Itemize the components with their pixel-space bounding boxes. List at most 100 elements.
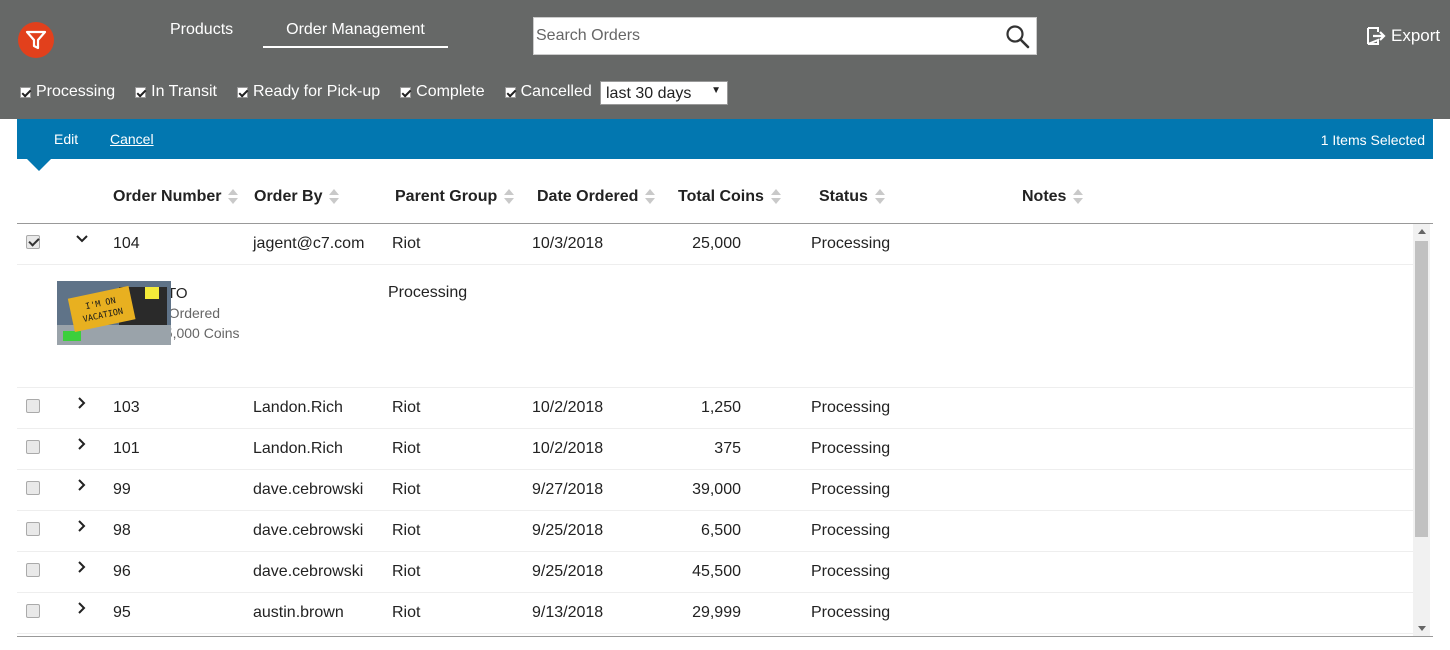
filter-label: Ready for Pick-up [252, 83, 381, 100]
filter-checkbox[interactable] [20, 86, 31, 98]
nav-order-management[interactable]: Order Management [263, 21, 448, 48]
search-input[interactable] [536, 18, 996, 54]
column-label: Order By [254, 188, 323, 205]
column-notes[interactable]: Notes [1022, 188, 1084, 206]
scroll-down-arrow-icon[interactable] [1418, 626, 1426, 631]
parent-group: Riot [392, 522, 421, 539]
order-number: 104 [113, 235, 140, 252]
order-status: Processing [811, 481, 891, 498]
search-box [533, 17, 1037, 55]
logo[interactable] [18, 22, 54, 58]
chevron-right-icon[interactable] [75, 478, 89, 492]
parent-group: Riot [392, 604, 421, 621]
sort-icon [329, 188, 340, 206]
date-ordered: 9/13/2018 [532, 604, 604, 621]
sort-icon [874, 188, 885, 206]
column-total-coins[interactable]: Total Coins [678, 188, 781, 206]
column-label: Parent Group [395, 188, 498, 205]
order-status: Processing [811, 399, 891, 416]
table-scrollbar[interactable] [1413, 224, 1430, 636]
order-number: 95 [113, 604, 131, 621]
filter-checkbox[interactable] [400, 86, 412, 98]
order-number: 98 [113, 522, 131, 539]
column-label: Date Ordered [537, 188, 639, 205]
row-checkbox[interactable] [26, 440, 40, 454]
table-row[interactable]: 98 dave.cebrowski Riot 9/25/2018 6,500 P… [17, 511, 1413, 552]
filter-label: In Transit [151, 83, 217, 100]
order-by: Landon.Rich [253, 399, 343, 416]
column-label: Notes [1022, 188, 1067, 205]
chevron-right-icon[interactable] [75, 560, 89, 574]
filter-label: Cancelled [520, 83, 592, 100]
table-bottom-divider [17, 636, 1433, 637]
export-button[interactable]: Export [1366, 26, 1440, 46]
column-parent-group[interactable]: Parent Group [395, 188, 515, 206]
table-row[interactable]: 103 Landon.Rich Riot 10/2/2018 1,250 Pro… [17, 388, 1413, 429]
row-checkbox[interactable] [26, 235, 40, 249]
table-row[interactable]: 101 Landon.Rich Riot 10/2/2018 375 Proce… [17, 429, 1413, 470]
filter-label: Processing [36, 83, 116, 100]
filter-checkbox[interactable] [236, 86, 248, 98]
column-order-by[interactable]: Order By [254, 188, 340, 206]
export-label: Export [1391, 26, 1441, 45]
scroll-up-arrow-icon[interactable] [1418, 229, 1426, 234]
table-row[interactable]: 96 dave.cebrowski Riot 9/25/2018 45,500 … [17, 552, 1413, 593]
column-date-ordered[interactable]: Date Ordered [537, 188, 656, 206]
filter-complete[interactable]: Complete [400, 83, 485, 101]
order-status: Processing [811, 604, 891, 621]
chevron-right-icon[interactable] [75, 437, 89, 451]
total-coins: 25,000 [692, 235, 741, 252]
row-checkbox[interactable] [26, 399, 40, 413]
column-status[interactable]: Status [819, 188, 885, 206]
export-icon [1367, 27, 1386, 45]
column-order-number[interactable]: Order Number [113, 188, 239, 206]
filter-checkbox[interactable] [504, 86, 516, 98]
filter-checkbox[interactable] [135, 86, 147, 98]
row-checkbox[interactable] [26, 563, 40, 577]
filter-in-transit[interactable]: In Transit [135, 83, 217, 101]
nav-products[interactable]: Products [170, 21, 233, 39]
sort-icon [228, 188, 239, 206]
order-status: Processing [811, 522, 891, 539]
order-by: dave.cebrowski [253, 563, 364, 580]
vacation-image: I'M ON VACATION [57, 281, 171, 345]
column-label: Total Coins [678, 188, 764, 205]
row-checkbox[interactable] [26, 522, 40, 536]
chevron-right-icon[interactable] [75, 519, 89, 533]
top-header: Products Order Management Export Process… [0, 0, 1450, 119]
product-thumbnail: I'M ON VACATION [57, 281, 171, 345]
chevron-right-icon[interactable] [75, 396, 89, 410]
search-icon[interactable] [1005, 24, 1031, 50]
cancel-link[interactable]: Cancel [110, 131, 154, 147]
column-label: Order Number [113, 188, 222, 205]
table-row[interactable]: 95 austin.brown Riot 9/13/2018 29,999 Pr… [17, 593, 1413, 634]
total-coins: 375 [714, 440, 741, 457]
filter-processing[interactable]: Processing [20, 83, 115, 101]
date-ordered: 10/3/2018 [532, 235, 604, 252]
order-by: dave.cebrowski [253, 522, 364, 539]
order-number: 99 [113, 481, 131, 498]
date-range-select[interactable]: last 30 days ▼ [600, 81, 728, 105]
table-row[interactable]: 104 jagent@c7.com Riot 10/3/2018 25,000 … [17, 224, 1413, 265]
sort-icon [504, 188, 515, 206]
order-detail-panel: PTO 1 Ordered 25,000 Coins I'M ON VACATI… [17, 265, 1413, 388]
row-checkbox[interactable] [26, 604, 40, 618]
total-coins: 6,500 [700, 522, 741, 539]
column-label: Status [819, 188, 868, 205]
scroll-thumb[interactable] [1415, 241, 1428, 537]
order-by: jagent@c7.com [253, 235, 365, 252]
edit-button[interactable]: Edit [54, 131, 78, 147]
order-number: 96 [113, 563, 131, 580]
parent-group: Riot [392, 481, 421, 498]
date-ordered: 9/27/2018 [532, 481, 604, 498]
table-row[interactable]: 99 dave.cebrowski Riot 9/27/2018 39,000 … [17, 470, 1413, 511]
filter-ready-for-pickup[interactable]: Ready for Pick-up [236, 83, 381, 101]
chevron-right-icon[interactable] [75, 601, 89, 615]
date-ordered: 10/2/2018 [532, 440, 604, 457]
order-number: 101 [113, 440, 140, 457]
row-checkbox[interactable] [26, 481, 40, 495]
chevron-down-icon[interactable] [75, 232, 89, 246]
filter-cancelled[interactable]: Cancelled [504, 83, 592, 101]
order-number: 103 [113, 399, 140, 416]
bar-pointer [27, 159, 51, 171]
